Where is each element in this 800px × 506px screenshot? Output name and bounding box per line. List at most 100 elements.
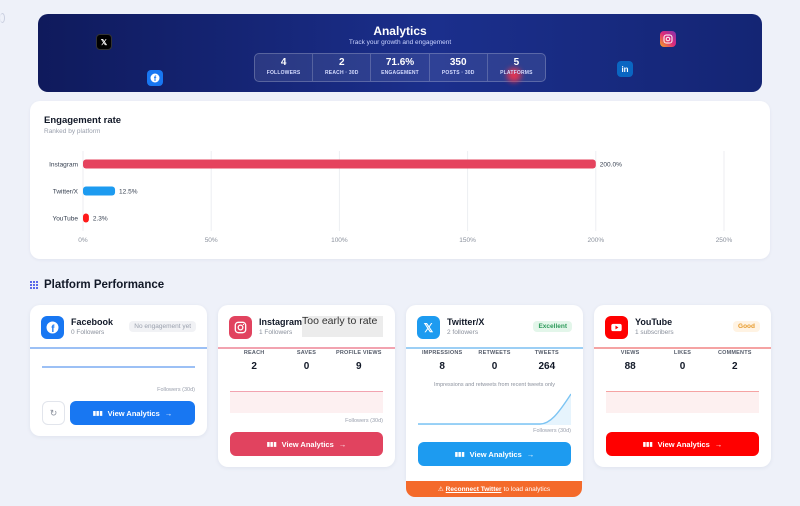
x-tick-label: 150% xyxy=(459,237,476,244)
metric-saves: SAVES 0 xyxy=(280,350,332,372)
metric-label: LIKES xyxy=(673,350,692,356)
platform-name: YouTube xyxy=(635,317,673,327)
warning-icon: ⚠ xyxy=(437,486,444,493)
metric-reach: REACH 2 xyxy=(228,350,280,372)
warning-text: to load analytics xyxy=(503,485,551,493)
reconnect-warning: ⚠ Reconnect Twitter to load analytics xyxy=(406,481,582,497)
twitter-card: 𝕏 Twitter/X 2 followers Excellent IMPRES… xyxy=(406,305,583,481)
sparkline-label: Followers (30d) xyxy=(345,418,383,424)
grid-icon xyxy=(30,281,38,289)
status-badge: No engagement yet xyxy=(129,321,196,332)
metric-label: COMMENTS xyxy=(717,350,752,356)
data-label: 2.3% xyxy=(93,216,108,223)
bar xyxy=(83,213,89,223)
metric-label: VIEWS xyxy=(620,350,640,356)
stat-engagement: 71.6% ENGAGEMENT xyxy=(371,54,430,81)
stat-platforms: 5 PLATFORMS xyxy=(488,54,545,82)
youtube-icon xyxy=(605,316,628,339)
metric-label: IMPRESSIONS xyxy=(421,350,463,356)
metric-value: 264 xyxy=(538,361,556,372)
followers-sparkline xyxy=(418,393,571,425)
view-analytics-button[interactable]: ▮▮▮ View Analytics → xyxy=(606,432,759,456)
metric-value: 2 xyxy=(732,361,738,372)
stat-label: FOLLOWERS xyxy=(266,70,301,76)
stat-value: 71.6% xyxy=(385,57,415,68)
follower-count: 1 subscribers xyxy=(635,329,674,336)
metric-value: 0 xyxy=(679,361,686,372)
status-badge: Excellent xyxy=(533,321,572,332)
stat-value: 350 xyxy=(449,57,467,68)
data-label: 200.0% xyxy=(600,162,622,169)
view-analytics-button[interactable]: ▮▮▮ View Analytics → xyxy=(418,442,571,466)
bar xyxy=(83,186,116,196)
metric-label: RETWEETS xyxy=(478,350,511,356)
arrow-right-icon: → xyxy=(164,408,173,418)
stat-label: ENGAGEMENT xyxy=(381,70,419,76)
rating-overlay: Too early to rate xyxy=(302,316,383,337)
metric-tweets: TWEETS 264 xyxy=(521,350,573,372)
stat-label: REACH · 30D xyxy=(325,70,359,76)
metrics-row: REACH 2 SAVES 0 PROFILE VIEWS 9 xyxy=(228,350,385,372)
summary-stats: 4 FOLLOWERS 2 REACH · 30D 71.6% ENGAGEME… xyxy=(254,53,546,82)
bar-chart-icon: ▮▮▮ xyxy=(266,441,277,448)
facebook-card: f Facebook 0 Followers No engagement yet… xyxy=(30,305,207,436)
metric-likes: LIKES 0 xyxy=(656,350,708,372)
x-tick-label: 100% xyxy=(331,237,348,244)
metric-value: 9 xyxy=(356,361,362,372)
page-subtitle: Track your growth and engagement xyxy=(348,39,452,46)
view-analytics-button[interactable]: ▮▮▮ View Analytics → xyxy=(70,401,195,425)
reconnect-twitter-link[interactable]: Reconnect Twitter xyxy=(446,486,502,493)
instagram-icon xyxy=(660,31,676,47)
divider xyxy=(218,347,395,349)
sparkline-label: Followers (30d) xyxy=(533,428,571,434)
engagement-card: Engagement rate Ranked by platform 0% 50%… xyxy=(30,101,770,259)
followers-sparkline xyxy=(606,391,759,413)
instagram-icon xyxy=(229,316,252,339)
arrow-right-icon: → xyxy=(526,449,535,459)
metrics-note: Impressions and retweets from recent twe… xyxy=(433,382,556,388)
x-tick-label: 0% xyxy=(78,237,88,244)
x-icon: 𝕏 xyxy=(96,34,112,50)
follower-count: 2 followers xyxy=(447,329,479,336)
metric-label: TWEETS xyxy=(534,350,559,356)
divider xyxy=(30,347,207,349)
platform-name: Facebook xyxy=(71,317,114,327)
stat-value: 2 xyxy=(339,57,345,68)
metric-profile-views: PROFILE VIEWS 9 xyxy=(333,350,385,372)
stat-followers: 4 FOLLOWERS xyxy=(255,54,314,81)
button-label: View Analytics xyxy=(107,408,160,418)
x-tick-label: 200% xyxy=(587,237,604,244)
stat-posts: 350 POSTS · 30D xyxy=(430,54,488,81)
edge-fragment xyxy=(0,13,5,23)
x-tick-label: 250% xyxy=(716,237,733,244)
arrow-right-icon: → xyxy=(338,439,347,449)
metric-impressions: IMPRESSIONS 8 xyxy=(416,350,468,372)
facebook-icon: f xyxy=(41,316,64,339)
category-label: Twitter/X xyxy=(53,189,79,196)
page-title: Analytics xyxy=(373,24,427,38)
metrics-row: VIEWS 88 LIKES 0 COMMENTS 2 xyxy=(604,350,761,372)
linkedin-icon: in xyxy=(617,61,633,77)
bar-chart-icon: ▮▮▮ xyxy=(642,441,653,448)
metric-label: SAVES xyxy=(296,350,317,356)
metric-retweets: RETWEETS 0 xyxy=(468,350,520,372)
metric-value: 88 xyxy=(624,361,636,372)
metric-value: 8 xyxy=(439,361,445,372)
status-badge: Good xyxy=(733,321,760,332)
refresh-icon: ↻ xyxy=(49,407,58,418)
divider xyxy=(406,347,583,349)
platform-name: Twitter/X xyxy=(447,317,485,327)
refresh-button[interactable]: ↻ xyxy=(42,401,65,425)
category-label: YouTube xyxy=(52,216,78,223)
metric-views: VIEWS 88 xyxy=(604,350,656,372)
youtube-card: YouTube 1 subscribers Good VIEWS 88 LIKES… xyxy=(594,305,771,467)
stat-label: PLATFORMS xyxy=(500,70,533,76)
metric-value: 2 xyxy=(251,361,257,372)
followers-sparkline xyxy=(42,366,195,368)
view-analytics-button[interactable]: ▮▮▮ View Analytics → xyxy=(230,432,383,456)
follower-count: 1 Followers xyxy=(259,329,293,336)
follower-count: 0 Followers xyxy=(71,329,105,336)
arrow-right-icon: → xyxy=(714,439,723,449)
divider xyxy=(594,347,771,349)
section-heading: Platform Performance xyxy=(30,279,164,291)
